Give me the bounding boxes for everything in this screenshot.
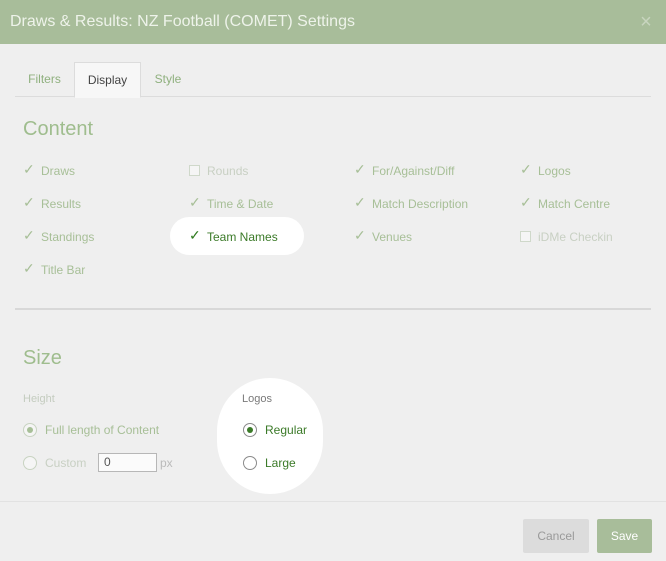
checkbox-label: Team Names xyxy=(207,230,278,244)
checkmark-icon: ✓ xyxy=(354,227,366,243)
custom-height-unit: px xyxy=(160,456,173,470)
checkbox-label: iDMe Checkin xyxy=(538,230,613,244)
checkbox-label: Rounds xyxy=(207,164,249,178)
checkmark-icon: ✓ xyxy=(23,227,35,243)
tab-bar: Filters Display Style xyxy=(15,62,651,98)
dialog-title: Draws & Results: NZ Football (COMET) Set… xyxy=(10,13,355,30)
radio-label: Full length of Content xyxy=(45,423,160,437)
checkbox-label: For/Against/Diff xyxy=(372,164,455,178)
checkbox-empty-icon xyxy=(520,231,531,242)
checkbox-empty-icon xyxy=(189,165,200,176)
checkbox-label: Draws xyxy=(41,164,76,178)
checkmark-icon: ✓ xyxy=(23,161,35,177)
checkmark-icon: ✓ xyxy=(23,194,35,210)
section-divider xyxy=(15,308,651,310)
checkmark-icon: ✓ xyxy=(189,194,201,210)
dialog-titlebar: Draws & Results: NZ Football (COMET) Set… xyxy=(0,0,666,44)
radio-selected-icon xyxy=(243,423,257,437)
checkmark-icon: ✓ xyxy=(354,161,366,177)
tab-display[interactable]: Display xyxy=(74,62,141,98)
checkbox-label: Venues xyxy=(372,230,413,244)
checkbox-label: Title Bar xyxy=(41,263,86,277)
size-section-title: Size xyxy=(23,347,62,369)
checkmark-icon: ✓ xyxy=(189,227,201,243)
checkmark-icon: ✓ xyxy=(354,194,366,210)
checkmark-icon: ✓ xyxy=(23,260,35,276)
checkmark-icon: ✓ xyxy=(520,194,532,210)
radio-empty-icon xyxy=(23,456,37,470)
radio-label: Large xyxy=(265,456,296,470)
radio-empty-icon xyxy=(243,456,257,470)
checkmark-icon: ✓ xyxy=(520,161,532,177)
close-icon[interactable]: × xyxy=(636,12,656,32)
radio-label: Regular xyxy=(265,423,308,437)
content-section-title: Content xyxy=(23,118,94,140)
tab-filters[interactable]: Filters xyxy=(15,62,74,97)
custom-height-input[interactable]: 0 xyxy=(98,453,157,472)
radio-selected-icon xyxy=(23,423,37,437)
height-label: Height xyxy=(23,393,55,405)
checkbox-label: Match Centre xyxy=(538,197,611,211)
checkbox-label: Results xyxy=(41,197,82,211)
cancel-button[interactable]: Cancel xyxy=(523,519,589,553)
checkbox-label: Match Description xyxy=(372,197,469,211)
save-button[interactable]: Save xyxy=(597,519,652,553)
logos-label: Logos xyxy=(242,393,272,405)
checkbox-label: Logos xyxy=(538,164,571,178)
tab-style[interactable]: Style xyxy=(141,62,195,97)
checkbox-label: Standings xyxy=(41,230,95,244)
radio-label: Custom xyxy=(45,456,87,470)
checkbox-label: Time & Date xyxy=(207,197,274,211)
